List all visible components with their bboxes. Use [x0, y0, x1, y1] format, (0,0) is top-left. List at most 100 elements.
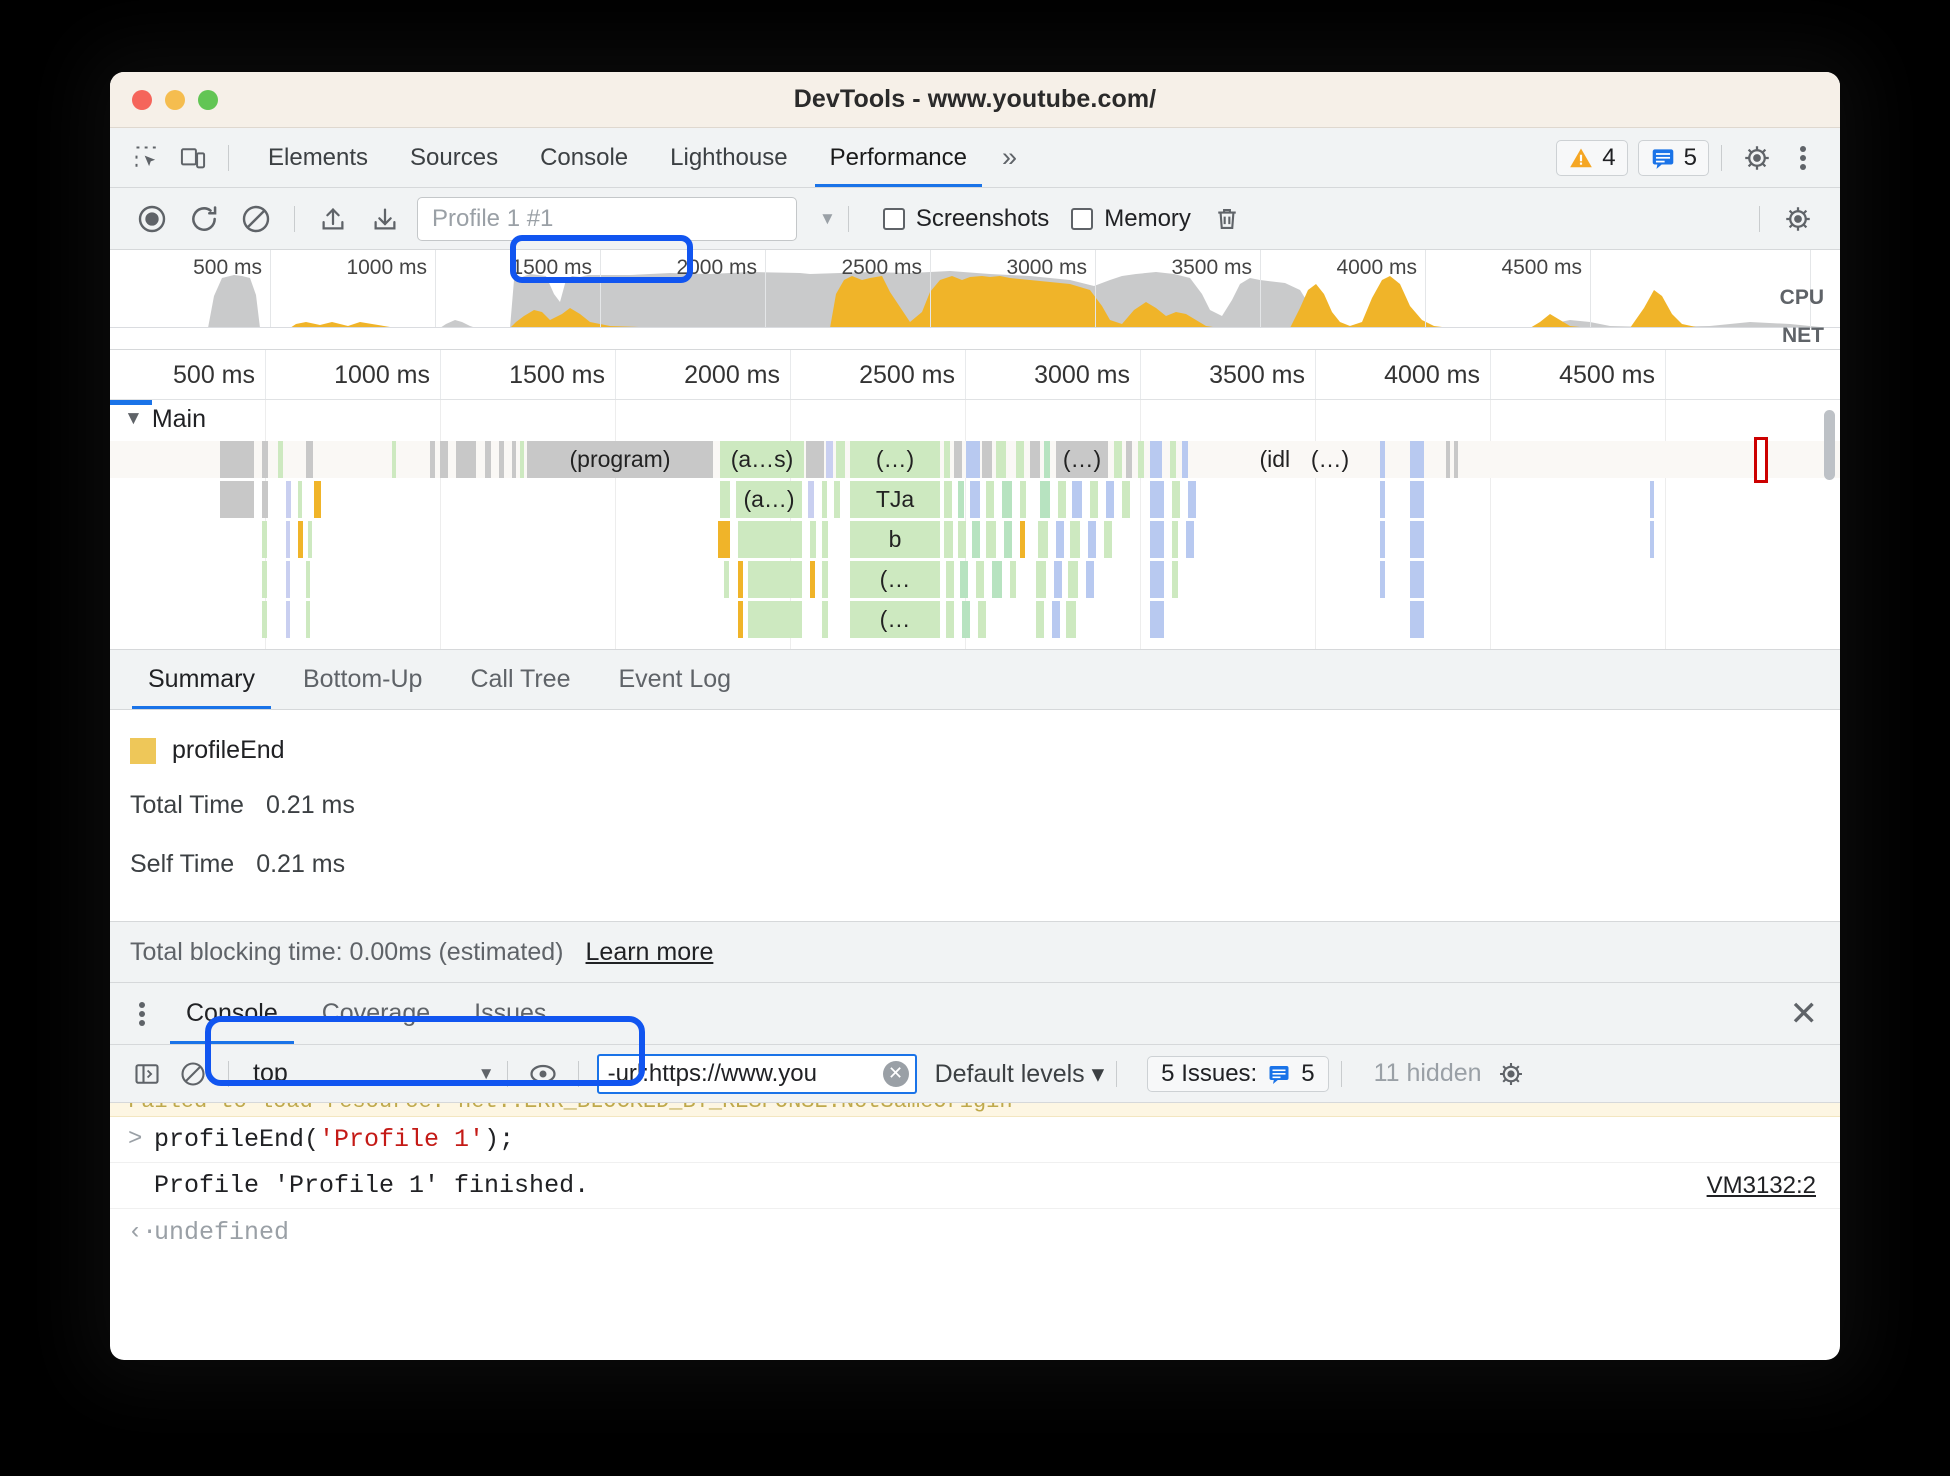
clear-console-icon[interactable]	[170, 1053, 216, 1095]
timeline-overview[interactable]: 500 ms 1000 ms 1500 ms 2000 ms 2500 ms 3…	[110, 250, 1840, 350]
return-prompt-icon: ‹·	[128, 1218, 157, 1246]
drawer-tab-coverage[interactable]: Coverage	[300, 983, 452, 1044]
console-result-text: Profile 'Profile 1' finished.	[154, 1171, 590, 1200]
warnings-badge[interactable]: 4	[1556, 139, 1628, 176]
console-filter-input[interactable]: -url:https://www.you ✕	[596, 1053, 917, 1094]
tab-elements[interactable]: Elements	[247, 128, 389, 187]
flame-block[interactable]: (a…)	[736, 481, 802, 518]
profile-dropdown-arrow[interactable]: ▼	[819, 209, 836, 229]
memory-checkbox-box	[1071, 207, 1094, 230]
more-tabs-icon[interactable]: »	[988, 142, 1027, 173]
ruler-tick: 1000 ms	[334, 361, 430, 389]
overview-tick: 1000 ms	[346, 256, 427, 279]
context-dropdown-arrow[interactable]: ▼	[478, 1064, 495, 1084]
upload-icon[interactable]	[307, 196, 359, 242]
main-track-header[interactable]: ▼ Main	[110, 400, 206, 438]
live-expression-eye-icon[interactable]	[520, 1053, 566, 1095]
flame-ruler: 500 ms 1000 ms 1500 ms 2000 ms 2500 ms 3…	[110, 350, 1840, 400]
console-input-line[interactable]: > profileEnd('Profile 1');	[110, 1117, 1840, 1163]
console-output[interactable]: Failed to load resource: net::ERR_BLOCKE…	[110, 1103, 1840, 1253]
flame-scrollbar-thumb[interactable]	[1824, 410, 1835, 480]
learn-more-link[interactable]: Learn more	[586, 938, 714, 967]
kebab-menu-icon[interactable]	[1780, 137, 1826, 179]
drawer-kebab-menu-icon[interactable]	[120, 991, 164, 1037]
screenshot-stage: DevTools - www.youtube.com/ Elements Sou…	[0, 0, 1950, 1476]
flame-block[interactable]: (…	[850, 561, 940, 598]
tab-lighthouse[interactable]: Lighthouse	[649, 128, 808, 187]
summary-legend: profileEnd	[110, 736, 1840, 765]
window-title: DevTools - www.youtube.com/	[793, 85, 1157, 113]
reload-record-icon[interactable]	[178, 196, 230, 242]
issues-label: 5 Issues:	[1161, 1059, 1258, 1087]
tab-event-log[interactable]: Event Log	[595, 650, 756, 709]
flame-block[interactable]: (…	[850, 601, 940, 638]
tab-performance[interactable]: Performance	[809, 128, 988, 187]
profile-selector[interactable]: Profile 1 #1	[417, 196, 797, 241]
tab-sources[interactable]: Sources	[389, 128, 519, 187]
issues-badge[interactable]: 5 Issues: 5	[1147, 1055, 1329, 1092]
device-toolbar-icon[interactable]	[170, 137, 216, 179]
flame-block[interactable]: (program)	[527, 441, 713, 478]
drawer-tab-bar: Console Coverage Issues ✕	[110, 983, 1840, 1045]
drawer-tab-issues[interactable]: Issues	[452, 983, 568, 1044]
summary-panel: profileEnd Total Time 0.21 ms Self Time …	[110, 710, 1840, 921]
capture-settings-gear-icon[interactable]	[1772, 196, 1824, 242]
drawer-tab-console[interactable]: Console	[164, 983, 300, 1044]
devtools-window: DevTools - www.youtube.com/ Elements Sou…	[110, 72, 1840, 1360]
console-warning-row[interactable]: Failed to load resource: net::ERR_BLOCKE…	[110, 1103, 1840, 1117]
inspect-icon[interactable]	[124, 137, 170, 179]
divider-7	[506, 1060, 508, 1087]
overview-tick: 4500 ms	[1501, 256, 1582, 279]
console-return-line[interactable]: ‹· undefined	[110, 1209, 1840, 1253]
tab-bottom-up[interactable]: Bottom-Up	[279, 650, 446, 709]
record-icon[interactable]	[126, 196, 178, 242]
blocking-time-text: Total blocking time: 0.00ms (estimated)	[130, 937, 564, 966]
log-levels-dropdown[interactable]: Default levels ▾	[935, 1059, 1105, 1089]
console-result-line[interactable]: Profile 'Profile 1' finished. VM3132:2	[110, 1163, 1840, 1209]
ruler-tick: 3000 ms	[1034, 361, 1130, 389]
flame-block[interactable]: (…)	[1056, 441, 1108, 478]
ruler-tick: 3500 ms	[1209, 361, 1305, 389]
close-icon[interactable]: ✕	[1790, 997, 1819, 1031]
flame-red-marker[interactable]	[1754, 437, 1768, 483]
messages-badge[interactable]: 5	[1637, 139, 1709, 176]
screenshots-checkbox[interactable]: Screenshots	[882, 205, 1049, 233]
flame-block[interactable]: (…)	[1290, 441, 1370, 478]
delete-icon[interactable]	[1201, 196, 1253, 242]
summary-row-self-time: Self Time 0.21 ms	[110, 850, 1840, 879]
flame-block[interactable]: TJa	[850, 481, 940, 518]
context-selector[interactable]: top	[253, 1059, 288, 1088]
overview-tick: 2500 ms	[841, 256, 922, 279]
flame-chart[interactable]: ▼ Main (program) (a…s) (…) (…) (idle) (……	[110, 400, 1840, 650]
overview-tick: 500 ms	[193, 256, 262, 279]
flame-row: b	[110, 520, 1840, 559]
clear-icon[interactable]	[230, 196, 282, 242]
ruler-tick: 1500 ms	[509, 361, 605, 389]
warning-count: 4	[1602, 143, 1616, 171]
console-sidebar-icon[interactable]	[124, 1053, 170, 1095]
issues-count: 5	[1301, 1059, 1315, 1087]
flame-row: (a…) TJa	[110, 480, 1840, 519]
stat-value: 0.21 ms	[256, 850, 346, 878]
divider-9	[1116, 1060, 1118, 1087]
tab-summary[interactable]: Summary	[124, 650, 279, 709]
flame-row: (program) (a…s) (…) (…) (idle) (…)	[110, 437, 1840, 483]
memory-checkbox[interactable]: Memory	[1071, 205, 1191, 233]
net-track	[110, 327, 1840, 349]
message-icon	[1652, 148, 1673, 169]
gear-icon[interactable]	[1734, 137, 1780, 179]
tab-console[interactable]: Console	[519, 128, 649, 187]
flame-block[interactable]: b	[850, 521, 940, 558]
source-link[interactable]: VM3132:2	[1707, 1172, 1816, 1200]
clear-input-icon[interactable]: ✕	[882, 1060, 909, 1087]
filter-value: -url:https://www.you	[607, 1059, 817, 1087]
tab-call-tree[interactable]: Call Tree	[446, 650, 594, 709]
download-icon[interactable]	[359, 196, 411, 242]
ruler-tick: 500 ms	[173, 361, 255, 389]
track-label: Main	[151, 404, 206, 433]
flame-block[interactable]: (a…s)	[720, 441, 804, 478]
console-settings-gear-icon[interactable]	[1488, 1053, 1534, 1095]
detail-tabs: Summary Bottom-Up Call Tree Event Log	[110, 650, 1840, 710]
divider	[228, 144, 229, 171]
flame-block[interactable]: (…)	[850, 441, 940, 478]
